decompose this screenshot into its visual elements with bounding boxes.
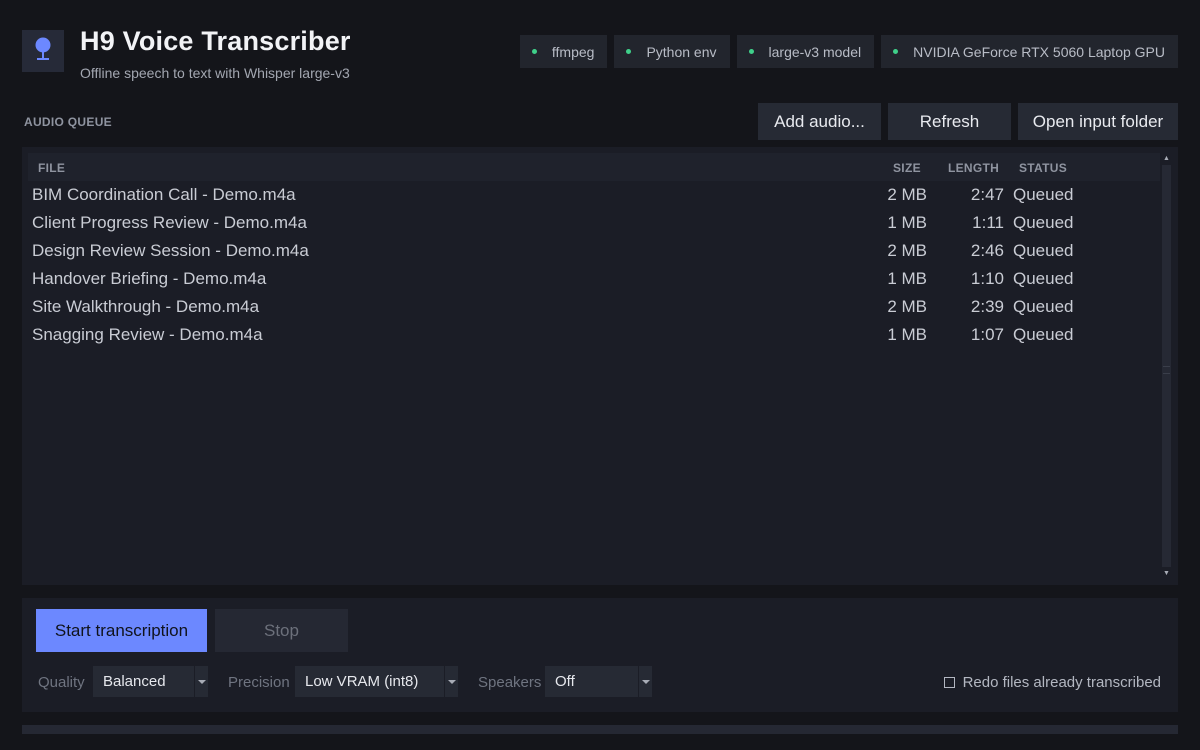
speakers-value: Off bbox=[555, 673, 575, 690]
speakers-select[interactable]: Off bbox=[545, 666, 652, 697]
table-row[interactable]: BIM Coordination Call - Demo.m4a 2 MB 2:… bbox=[22, 181, 1160, 209]
cell-status: Queued bbox=[1013, 325, 1074, 344]
app-subtitle: Offline speech to text with Whisper larg… bbox=[80, 65, 350, 81]
table-row[interactable]: Client Progress Review - Demo.m4a 1 MB 1… bbox=[22, 209, 1160, 237]
audio-queue-table: FILE SIZE LENGTH STATUS BIM Coordination… bbox=[22, 147, 1178, 585]
open-input-folder-button[interactable]: Open input folder bbox=[1018, 103, 1178, 140]
scroll-up-arrow-icon[interactable]: ▲ bbox=[1161, 153, 1172, 164]
cell-length: 2:46 bbox=[970, 241, 1004, 260]
cell-file: Handover Briefing - Demo.m4a bbox=[32, 269, 267, 288]
cell-file: BIM Coordination Call - Demo.m4a bbox=[32, 185, 296, 204]
column-header-file[interactable]: FILE bbox=[38, 161, 65, 175]
status-chips: ffmpeg Python env large-v3 model NVIDIA … bbox=[519, 35, 1178, 68]
audio-queue-label: AUDIO QUEUE bbox=[24, 115, 112, 129]
status-chip-python: Python env bbox=[614, 35, 730, 68]
cell-size: 2 MB bbox=[887, 185, 927, 204]
microphone-icon bbox=[33, 36, 53, 67]
chevron-down-icon[interactable] bbox=[194, 666, 208, 697]
transcription-controls: Start transcription Stop Quality Balance… bbox=[22, 598, 1178, 712]
app-logo bbox=[22, 30, 64, 72]
app-title: H9 Voice Transcriber bbox=[80, 26, 351, 56]
start-transcription-button[interactable]: Start transcription bbox=[36, 609, 207, 652]
cell-length: 1:10 bbox=[970, 269, 1004, 288]
precision-select[interactable]: Low VRAM (int8) bbox=[295, 666, 458, 697]
status-chip-label: large-v3 model bbox=[768, 43, 862, 60]
column-header-status[interactable]: STATUS bbox=[1019, 161, 1067, 175]
refresh-button[interactable]: Refresh bbox=[888, 103, 1011, 140]
status-ok-icon bbox=[893, 49, 899, 54]
table-scrollbar[interactable]: ▲ ▼ bbox=[1161, 153, 1172, 579]
cell-file: Site Walkthrough - Demo.m4a bbox=[32, 297, 260, 316]
checkbox-icon[interactable] bbox=[943, 677, 955, 688]
table-row[interactable]: Snagging Review - Demo.m4a 1 MB 1:07 Que… bbox=[22, 321, 1160, 349]
precision-value: Low VRAM (int8) bbox=[305, 673, 419, 690]
cell-size: 1 MB bbox=[887, 213, 927, 232]
cell-status: Queued bbox=[1013, 297, 1074, 316]
status-chip-ffmpeg: ffmpeg bbox=[519, 35, 608, 68]
cell-length: 1:07 bbox=[970, 325, 1004, 344]
redo-files-label: Redo files already transcribed bbox=[962, 674, 1161, 691]
cell-file: Snagging Review - Demo.m4a bbox=[32, 325, 263, 344]
quality-label: Quality bbox=[38, 674, 85, 691]
cell-size: 1 MB bbox=[887, 325, 927, 344]
cell-status: Queued bbox=[1013, 185, 1074, 204]
table-row[interactable]: Site Walkthrough - Demo.m4a 2 MB 2:39 Qu… bbox=[22, 293, 1160, 321]
cell-status: Queued bbox=[1013, 269, 1074, 288]
cell-size: 1 MB bbox=[887, 269, 927, 288]
stop-button[interactable]: Stop bbox=[215, 609, 348, 652]
status-chip-gpu: NVIDIA GeForce RTX 5060 Laptop GPU bbox=[881, 35, 1178, 68]
cell-file: Design Review Session - Demo.m4a bbox=[32, 241, 309, 260]
speakers-label: Speakers bbox=[478, 674, 542, 691]
status-chip-label: Python env bbox=[646, 43, 717, 60]
quality-value: Balanced bbox=[103, 673, 166, 690]
status-chip-label: NVIDIA GeForce RTX 5060 Laptop GPU bbox=[913, 43, 1165, 60]
status-ok-icon bbox=[531, 49, 537, 54]
status-ok-icon bbox=[748, 49, 754, 54]
app-window: H9 Voice Transcriber Offline speech to t… bbox=[0, 0, 1200, 750]
table-body: BIM Coordination Call - Demo.m4a 2 MB 2:… bbox=[22, 181, 1160, 349]
scroll-down-arrow-icon[interactable]: ▼ bbox=[1161, 568, 1172, 579]
table-header: FILE SIZE LENGTH STATUS bbox=[28, 153, 1160, 181]
status-chip-model: large-v3 model bbox=[736, 35, 875, 68]
add-audio-button[interactable]: Add audio... bbox=[758, 103, 881, 140]
cell-length: 2:47 bbox=[970, 185, 1004, 204]
status-ok-icon bbox=[626, 49, 632, 54]
status-chip-label: ffmpeg bbox=[551, 43, 595, 60]
cell-status: Queued bbox=[1013, 241, 1074, 260]
queue-toolbar: Add audio... Refresh Open input folder bbox=[758, 103, 1178, 140]
quality-select[interactable]: Balanced bbox=[93, 666, 208, 697]
table-row[interactable]: Handover Briefing - Demo.m4a 1 MB 1:10 Q… bbox=[22, 265, 1160, 293]
column-header-size[interactable]: SIZE bbox=[893, 161, 921, 175]
table-row[interactable]: Design Review Session - Demo.m4a 2 MB 2:… bbox=[22, 237, 1160, 265]
cell-status: Queued bbox=[1013, 213, 1074, 232]
chevron-down-icon[interactable] bbox=[638, 666, 652, 697]
cell-file: Client Progress Review - Demo.m4a bbox=[32, 213, 307, 232]
cell-length: 1:11 bbox=[972, 213, 1004, 232]
scrollbar-grip-icon[interactable] bbox=[1163, 366, 1170, 374]
column-header-length[interactable]: LENGTH bbox=[948, 161, 999, 175]
cell-size: 2 MB bbox=[887, 297, 927, 316]
chevron-down-icon[interactable] bbox=[444, 666, 458, 697]
progress-bar bbox=[22, 725, 1178, 734]
redo-files-checkbox[interactable]: Redo files already transcribed bbox=[943, 674, 1161, 691]
precision-label: Precision bbox=[228, 674, 290, 691]
cell-size: 2 MB bbox=[887, 241, 927, 260]
cell-length: 2:39 bbox=[970, 297, 1004, 316]
